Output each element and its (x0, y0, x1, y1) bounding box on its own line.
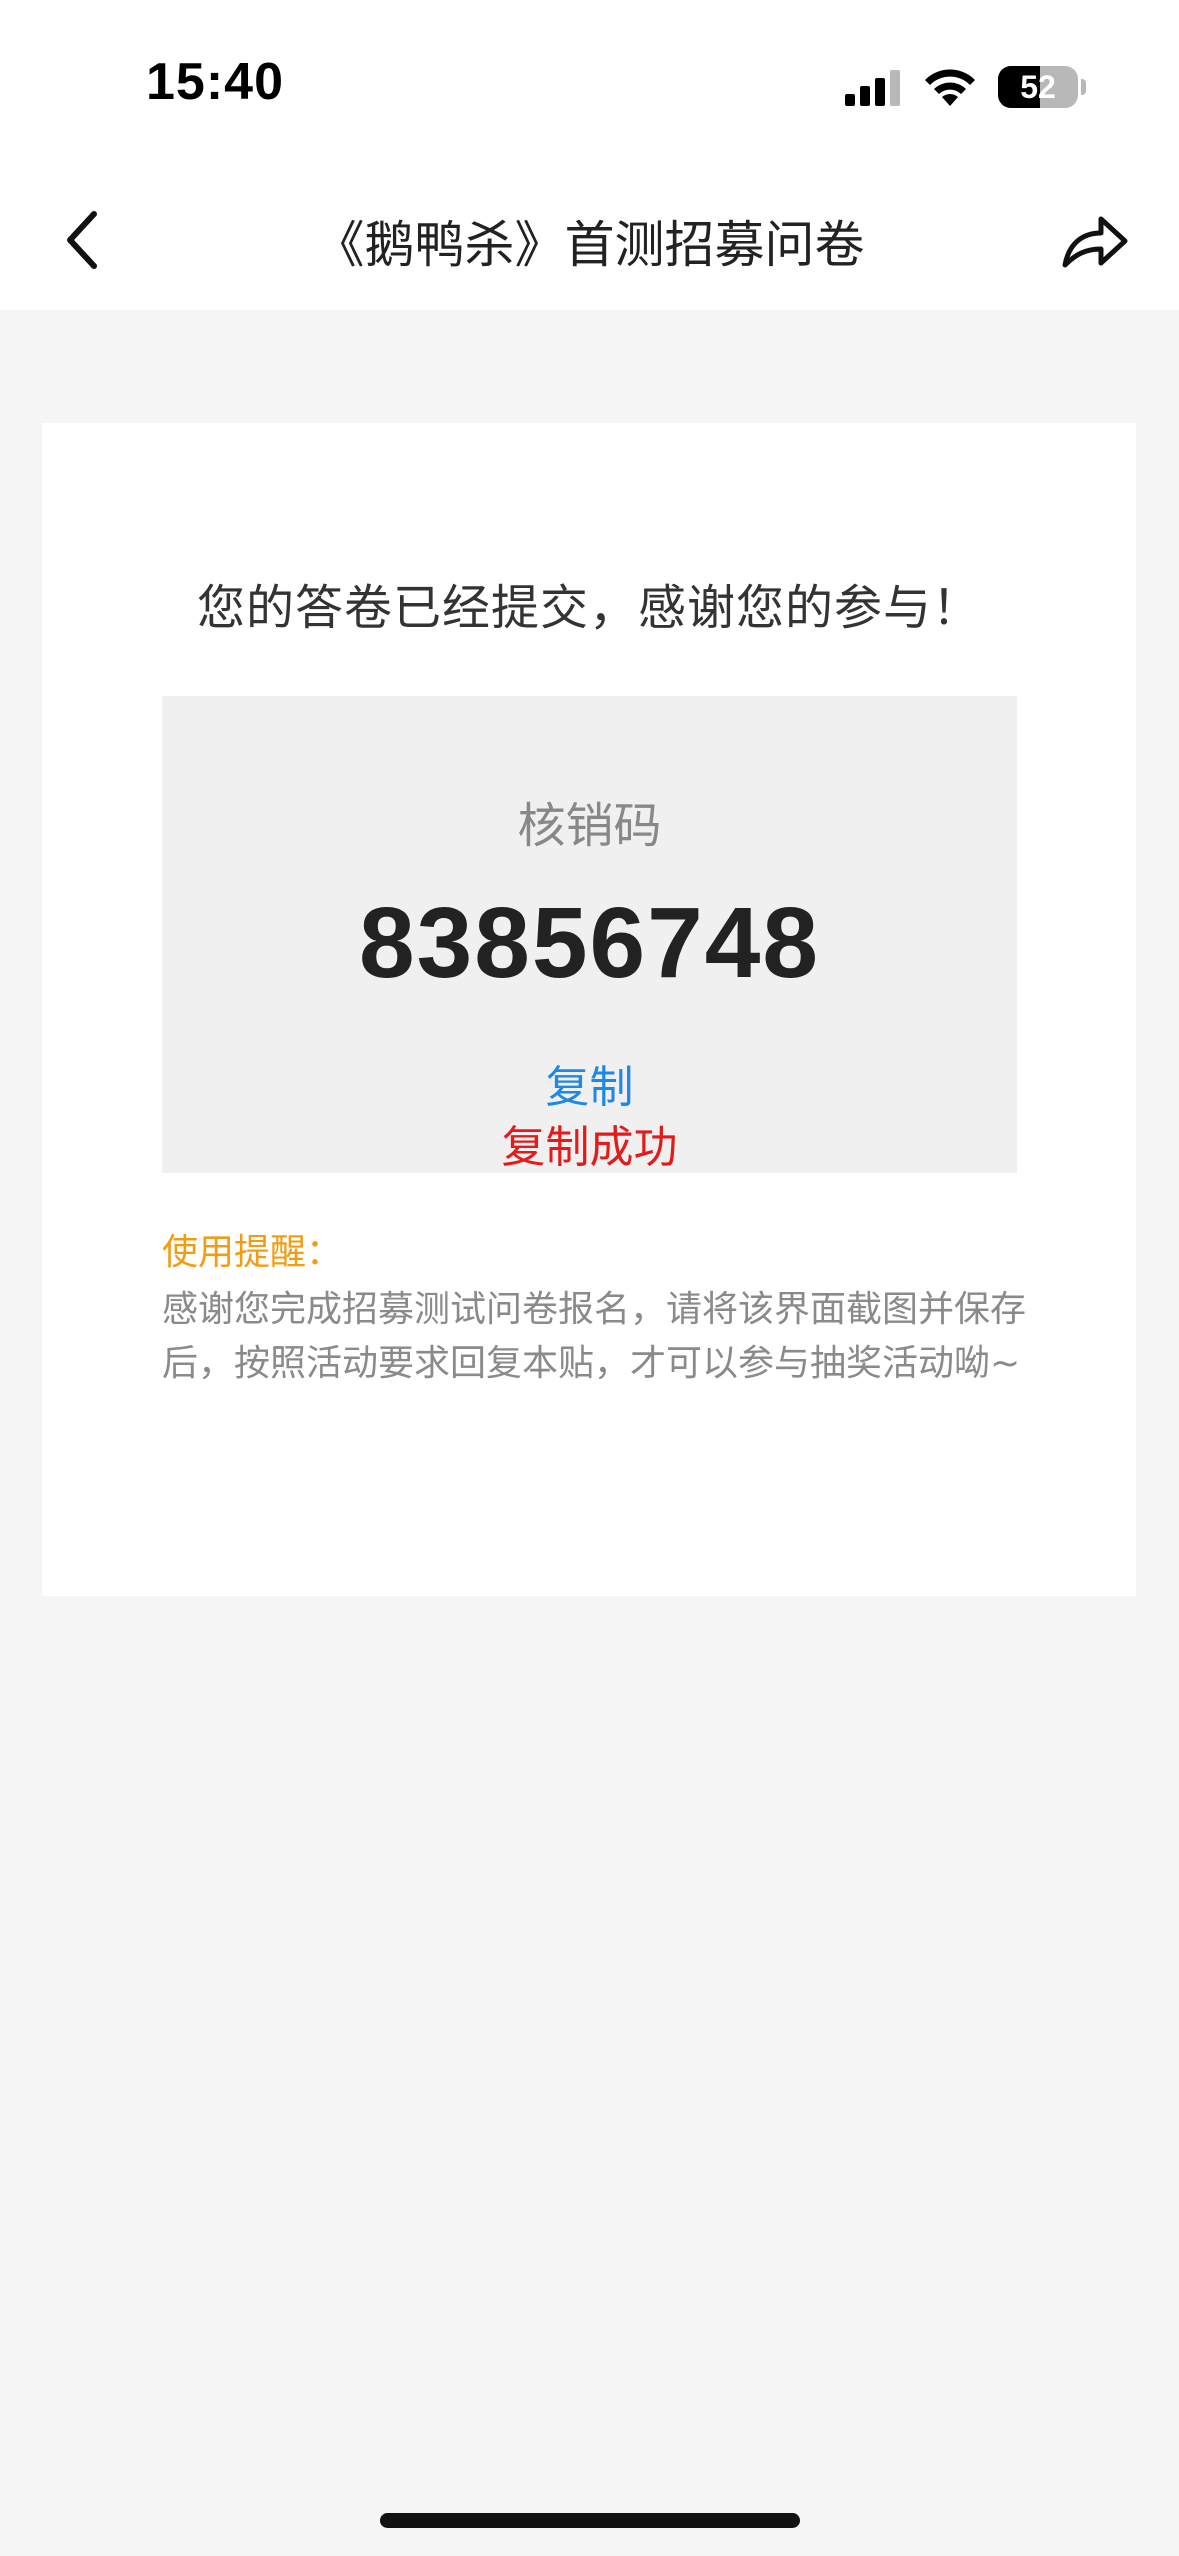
navigation-bar: 《鹅鸭杀》首测招募问卷 (0, 170, 1179, 310)
reminder-title: 使用提醒： (162, 1232, 343, 1273)
result-card: 您的答卷已经提交，感谢您的参与！ 核销码 83856748 复制 复制成功 使用… (42, 423, 1136, 1596)
back-button[interactable] (50, 200, 120, 280)
chevron-left-icon (67, 211, 97, 269)
cellular-signal-icon (845, 70, 900, 106)
share-button[interactable] (1055, 203, 1135, 283)
wifi-icon (925, 69, 975, 106)
submission-thanks-message: 您的答卷已经提交，感谢您的参与！ (196, 580, 981, 636)
copy-success-message: 复制成功 (501, 1122, 678, 1173)
share-arrow-icon (1062, 216, 1128, 268)
copy-button[interactable]: 复制 (162, 1051, 1017, 1115)
page-title: 《鹅鸭杀》首测招募问卷 (314, 216, 865, 274)
redemption-code-label: 核销码 (517, 798, 662, 854)
reminder-body: 感谢您完成招募测试问卷报名，请将该界面截图并保存后，按照活动要求回复本贴，才可以… (162, 1289, 1027, 1384)
battery-percentage: 52 (1020, 69, 1056, 105)
battery-icon: 52 (998, 66, 1078, 108)
home-indicator[interactable] (380, 2513, 800, 2528)
status-bar: 15:40 52 (0, 0, 1179, 170)
redemption-code-value: 83856748 (359, 887, 820, 999)
battery-tip (1081, 79, 1086, 95)
redemption-code-box: 核销码 83856748 复制 复制成功 (162, 696, 1017, 1173)
status-time: 15:40 (146, 53, 284, 111)
